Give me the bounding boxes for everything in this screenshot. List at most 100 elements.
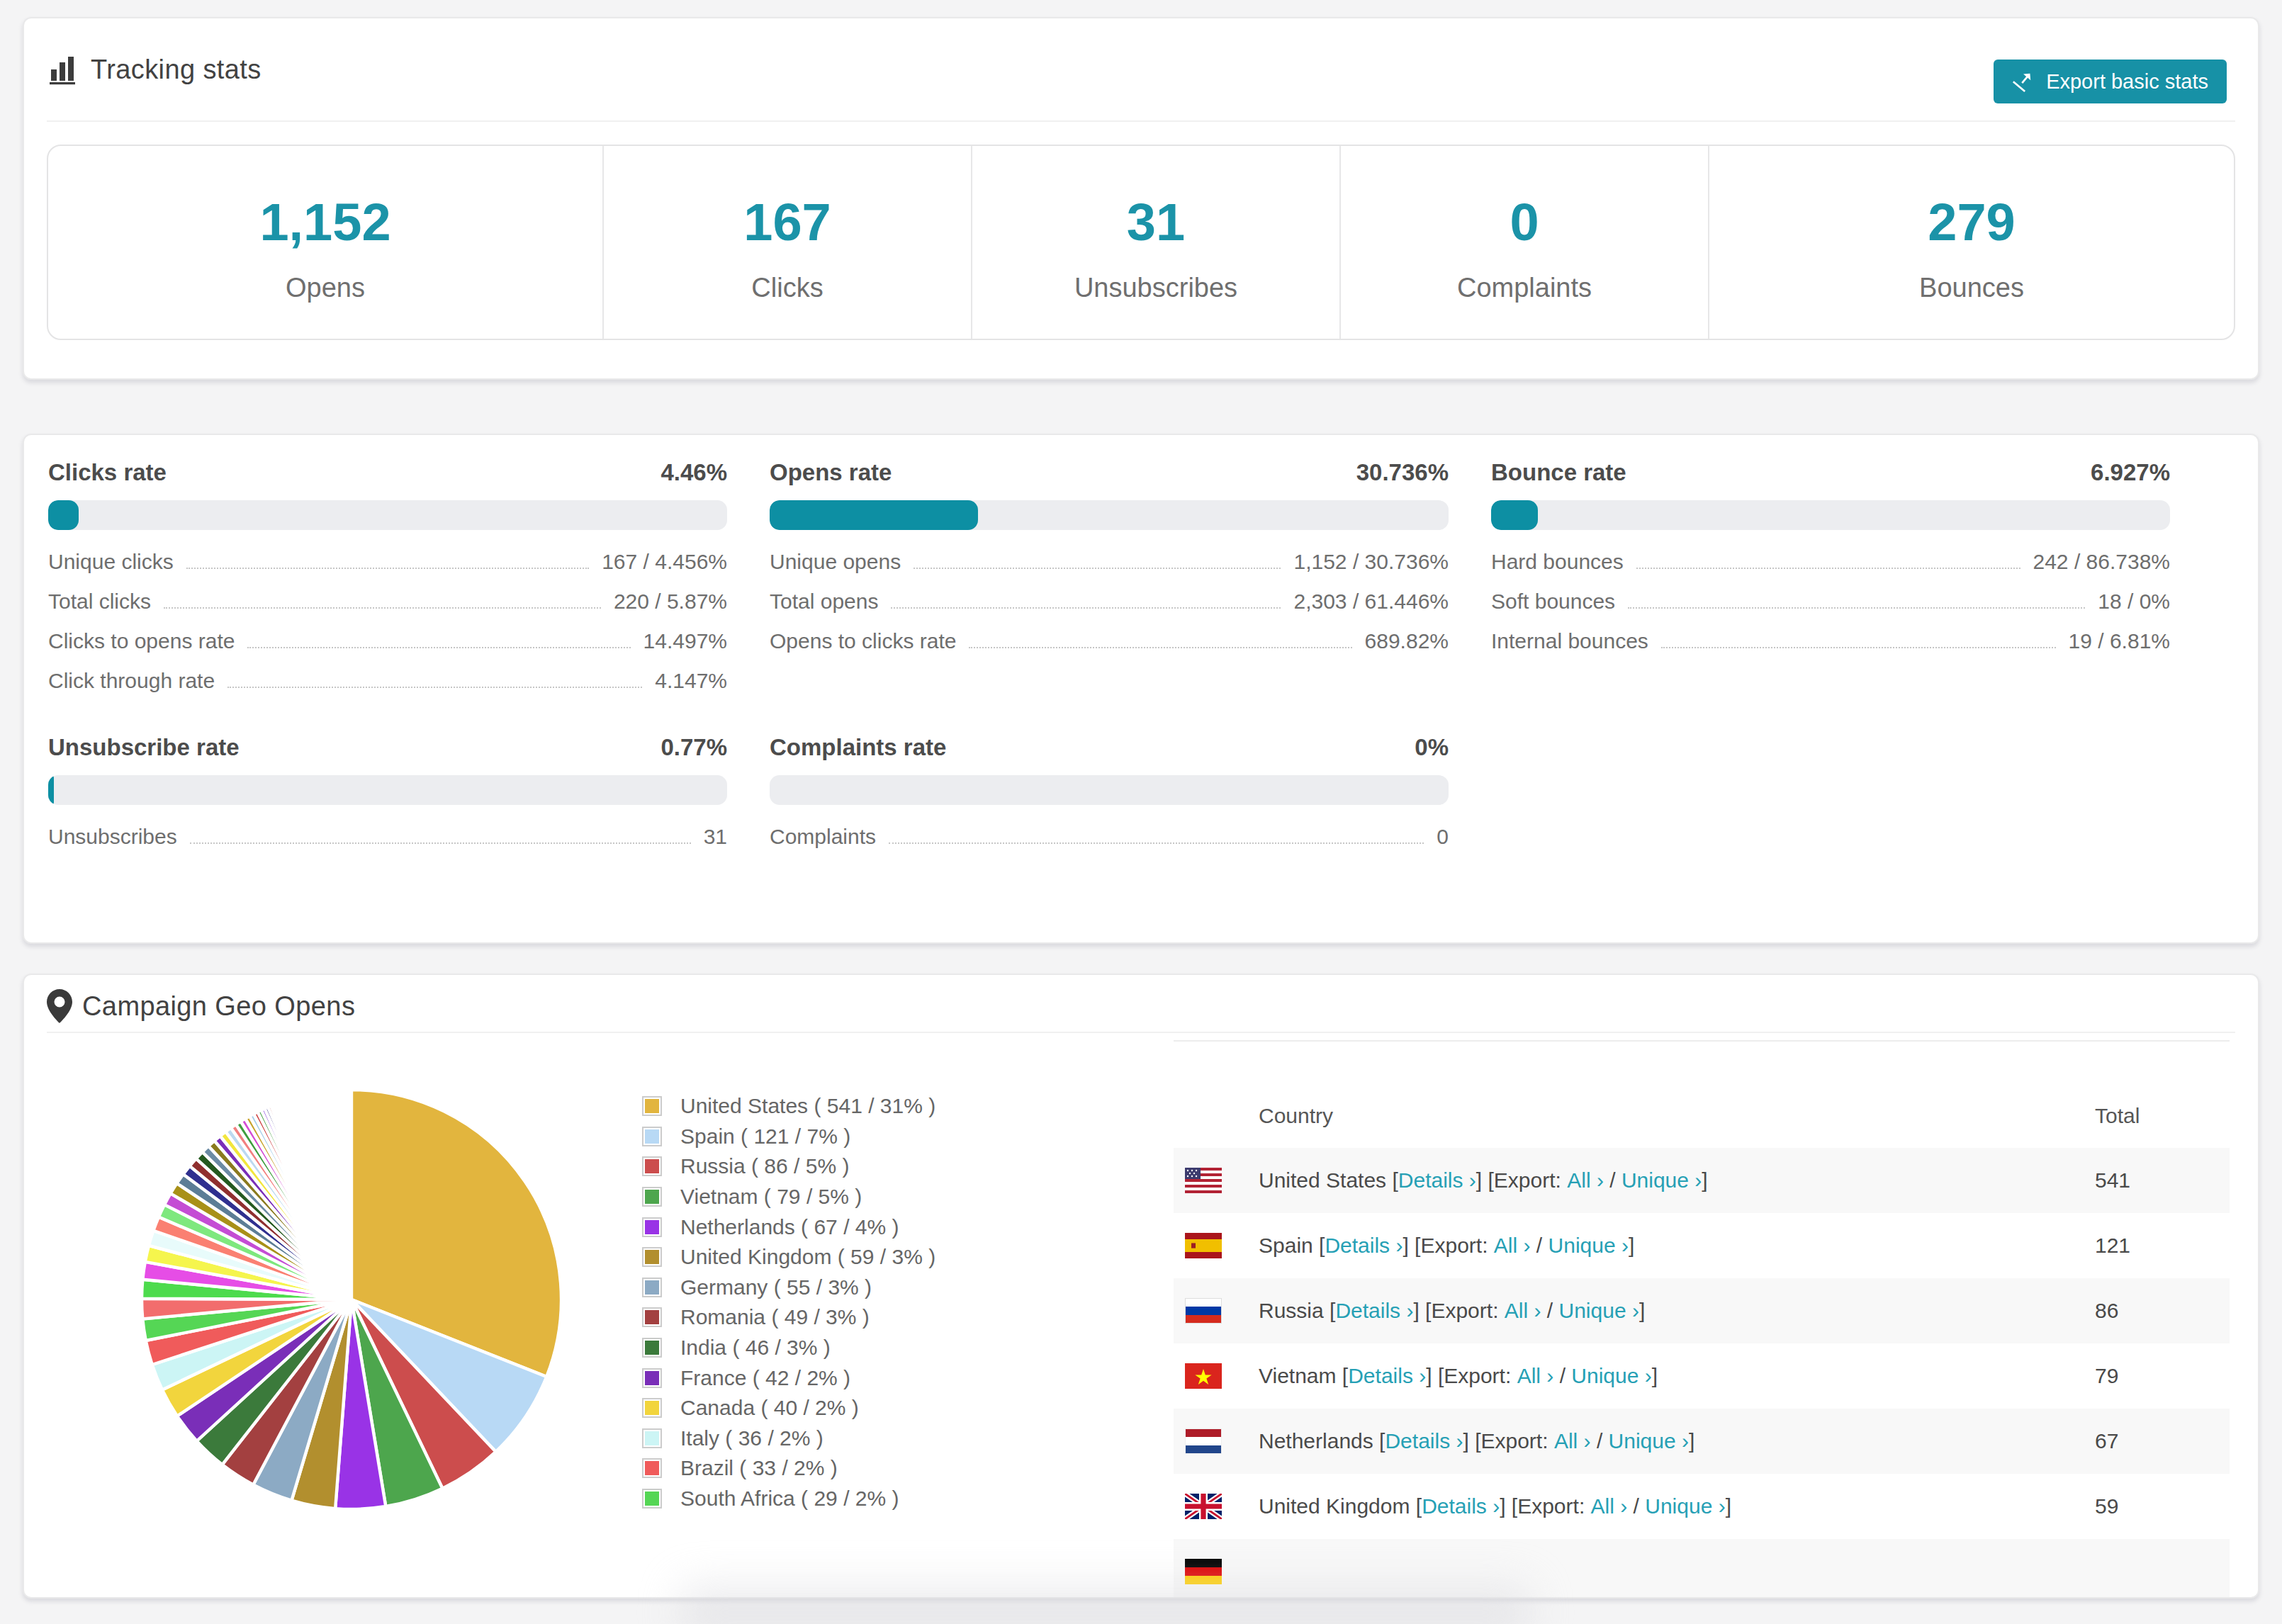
legend-label: Netherlands ( 67 / 4% ): [680, 1215, 899, 1239]
bottom-shadow: [680, 1584, 1531, 1624]
legend-item: Netherlands ( 67 / 4% ): [642, 1212, 935, 1242]
rate-progress-fill: [48, 775, 54, 805]
rate-row-label: Internal bounces: [1491, 629, 1648, 653]
rate-row: Total clicks 220 / 5.87%: [48, 590, 727, 629]
export-unique-link[interactable]: Unique ›: [1548, 1234, 1629, 1258]
details-link[interactable]: Details ›: [1398, 1168, 1476, 1192]
rate-percent: 6.927%: [2091, 459, 2170, 486]
geo-table-row: Vietnam [Details ›] [Export: All › / Uni…: [1174, 1343, 2230, 1409]
geo-opens-table: Country Total United States [Details ›] …: [1174, 1040, 2230, 1598]
geo-table-header: Country Total: [1174, 1040, 2230, 1148]
export-unique-link[interactable]: Unique ›: [1559, 1299, 1639, 1323]
geo-table-row: Russia [Details ›] [Export: All › / Uniq…: [1174, 1278, 2230, 1343]
export-all-link[interactable]: All ›: [1494, 1234, 1531, 1258]
export-all-link[interactable]: All ›: [1517, 1364, 1554, 1388]
legend-swatch: [642, 1127, 662, 1146]
rate-row-value: 242 / 86.738%: [2033, 550, 2171, 574]
summary-stat: 279 Bounces: [1709, 146, 2234, 339]
legend-label: South Africa ( 29 / 2% ): [680, 1487, 899, 1511]
export-unique-link[interactable]: Unique ›: [1571, 1364, 1651, 1388]
rate-block: Opens rate 30.736% Unique opens 1,152 / …: [770, 459, 1449, 709]
summary-stat: 31 Unsubscribes: [972, 146, 1341, 339]
export-all-link[interactable]: All ›: [1505, 1299, 1541, 1323]
dotted-leader: [1636, 568, 2020, 569]
dotted-leader: [186, 568, 589, 569]
geo-opens-pie-chart[interactable]: [139, 1087, 564, 1512]
legend-swatch: [642, 1156, 662, 1176]
legend-swatch: [642, 1096, 662, 1116]
legend-label: Romania ( 49 / 3% ): [680, 1305, 870, 1329]
geo-table-row: Spain [Details ›] [Export: All › / Uniqu…: [1174, 1213, 2230, 1278]
stat-value: 1,152: [259, 193, 390, 252]
tracking-stats-header: Tracking stats: [24, 18, 2258, 120]
rate-row-value: 167 / 4.456%: [602, 550, 727, 574]
details-link[interactable]: Details ›: [1335, 1299, 1413, 1323]
rate-row: Soft bounces 18 / 0%: [1491, 590, 2170, 629]
rate-row-value: 31: [704, 825, 727, 849]
export-icon: [2012, 70, 2035, 93]
rate-row-value: 0: [1437, 825, 1449, 849]
summary-stats-box: 1,152 Opens167 Clicks31 Unsubscribes0 Co…: [47, 145, 2235, 340]
legend-item: Canada ( 40 / 2% ): [642, 1393, 935, 1423]
legend-swatch: [642, 1489, 662, 1509]
legend-label: Canada ( 40 / 2% ): [680, 1396, 859, 1420]
rate-progress-track: [1491, 500, 2170, 530]
legend-swatch: [642, 1368, 662, 1388]
rate-progress-track: [48, 775, 727, 805]
rate-block: Unsubscribe rate 0.77% Unsubscribes 31: [48, 734, 727, 864]
map-pin-icon: [47, 989, 72, 1023]
rate-title: Clicks rate: [48, 459, 167, 486]
rate-progress-track: [48, 500, 727, 530]
details-link[interactable]: Details ›: [1385, 1429, 1463, 1453]
rate-percent: 0%: [1415, 734, 1449, 761]
export-all-link[interactable]: All ›: [1554, 1429, 1591, 1453]
rate-row-label: Unique clicks: [48, 550, 174, 574]
dotted-leader: [227, 687, 642, 688]
legend-swatch: [642, 1247, 662, 1267]
details-link[interactable]: Details ›: [1422, 1494, 1500, 1518]
export-unique-link[interactable]: Unique ›: [1645, 1494, 1725, 1518]
export-basic-stats-button[interactable]: Export basic stats: [1994, 60, 2227, 103]
rate-header: Complaints rate 0%: [770, 734, 1449, 761]
export-unique-link[interactable]: Unique ›: [1621, 1168, 1702, 1192]
dotted-leader: [891, 607, 1281, 609]
export-all-link[interactable]: All ›: [1591, 1494, 1628, 1518]
country-column-header: Country: [1174, 1104, 2095, 1148]
legend-swatch: [642, 1307, 662, 1327]
rate-block: Complaints rate 0% Complaints 0: [770, 734, 1449, 864]
legend-label: France ( 42 / 2% ): [680, 1366, 850, 1390]
rate-percent: 30.736%: [1356, 459, 1449, 486]
rate-percent: 0.77%: [661, 734, 727, 761]
rate-header: Unsubscribe rate 0.77%: [48, 734, 727, 761]
card-title: Tracking stats: [91, 55, 262, 85]
dotted-leader: [1661, 647, 2056, 648]
rate-header: Opens rate 30.736%: [770, 459, 1449, 486]
legend-swatch: [642, 1187, 662, 1207]
rate-row-value: 4.147%: [655, 669, 727, 693]
rate-row: Total opens 2,303 / 61.446%: [770, 590, 1449, 629]
country-name: Vietnam: [1259, 1364, 1342, 1388]
rate-row-label: Complaints: [770, 825, 876, 849]
rate-percent: 4.46%: [661, 459, 727, 486]
details-link[interactable]: Details ›: [1325, 1234, 1403, 1258]
details-link[interactable]: Details ›: [1348, 1364, 1426, 1388]
legend-swatch: [642, 1428, 662, 1448]
rate-row: Hard bounces 242 / 86.738%: [1491, 550, 2170, 590]
rate-row-label: Opens to clicks rate: [770, 629, 956, 653]
export-unique-link[interactable]: Unique ›: [1609, 1429, 1689, 1453]
dotted-leader: [190, 842, 691, 844]
legend-swatch: [642, 1278, 662, 1297]
rate-title: Opens rate: [770, 459, 892, 486]
summary-stat: 167 Clicks: [604, 146, 972, 339]
rate-title: Unsubscribe rate: [48, 734, 240, 761]
dotted-leader: [164, 607, 601, 609]
export-all-link[interactable]: All ›: [1567, 1168, 1604, 1192]
rate-row-label: Soft bounces: [1491, 590, 1615, 614]
legend-item: Romania ( 49 / 3% ): [642, 1302, 935, 1333]
legend-item: Spain ( 121 / 7% ): [642, 1122, 935, 1152]
rate-row: Unsubscribes 31: [48, 825, 727, 864]
rate-row-label: Unsubscribes: [48, 825, 177, 849]
header-divider: [47, 1032, 2235, 1033]
rate-progress-track: [770, 500, 1449, 530]
legend-label: Germany ( 55 / 3% ): [680, 1275, 872, 1299]
